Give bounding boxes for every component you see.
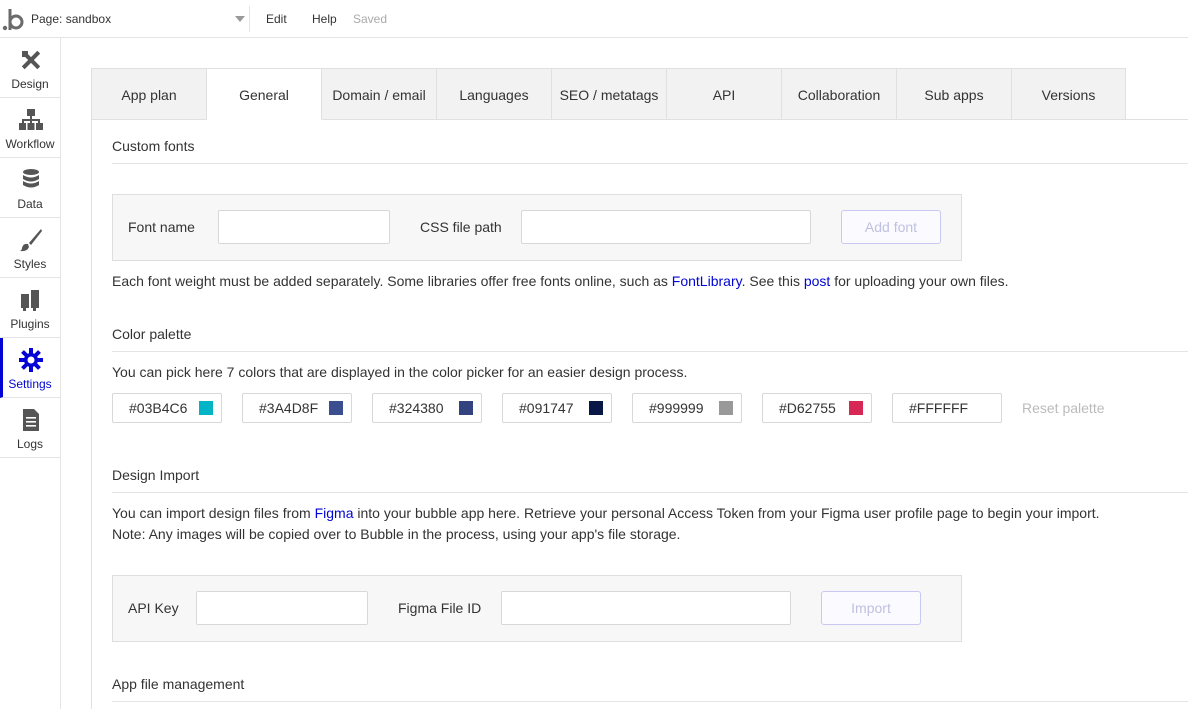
brush-icon (19, 228, 43, 252)
tab-collaboration[interactable]: Collaboration (782, 68, 897, 120)
document-icon (19, 408, 43, 432)
page-selector-dropdown[interactable]: Page: sandbox (26, 6, 250, 32)
content-border (91, 119, 92, 709)
tab-languages[interactable]: Languages (437, 68, 552, 120)
add-font-button[interactable]: Add font (841, 210, 941, 244)
custom-fonts-title: Custom fonts (112, 138, 195, 154)
sidebar-item-workflow[interactable]: Workflow (0, 98, 60, 158)
app-file-management-title: App file management (112, 676, 245, 692)
gear-icon (19, 348, 43, 372)
database-icon (19, 168, 43, 192)
section-divider (112, 701, 1188, 702)
page-selector-label: Page: sandbox (31, 12, 112, 26)
plug-icon (19, 288, 43, 312)
chevron-down-icon (235, 16, 245, 22)
color-swatch[interactable] (589, 401, 603, 415)
sidebar-item-label: Settings (8, 377, 52, 391)
color-input-4[interactable]: #091747 (502, 393, 612, 423)
save-status: Saved (353, 12, 388, 26)
sidebar-item-plugins[interactable]: Plugins (0, 278, 60, 338)
help-text: for uploading your own files. (830, 273, 1009, 289)
color-swatch[interactable] (199, 401, 213, 415)
bubble-logo[interactable] (2, 6, 24, 32)
sidebar-item-logs[interactable]: Logs (0, 398, 60, 458)
sidebar-item-design[interactable]: Design (0, 38, 60, 98)
api-key-label: API Key (128, 600, 179, 616)
color-swatch[interactable] (719, 401, 733, 415)
color-input-2[interactable]: #3A4D8F (242, 393, 352, 423)
custom-fonts-help: Each font weight must be added separatel… (112, 271, 1009, 292)
help-text: Each font weight must be added separatel… (112, 273, 672, 289)
custom-fonts-panel: Font name CSS file path Add font (112, 194, 962, 261)
color-input-1[interactable]: #03B4C6 (112, 393, 222, 423)
sidebar-item-label: Styles (13, 257, 47, 271)
fontlibrary-link[interactable]: FontLibrary (672, 273, 742, 289)
color-palette-title: Color palette (112, 326, 192, 342)
color-hex: #999999 (649, 400, 704, 416)
api-key-input[interactable] (196, 591, 368, 625)
help-text: You can import design files from (112, 505, 315, 521)
reset-palette-link[interactable]: Reset palette (1022, 393, 1105, 423)
sidebar-item-label: Logs (16, 437, 44, 451)
font-name-input[interactable] (218, 210, 390, 244)
help-text: into your bubble app here. Retrieve your… (353, 505, 1100, 521)
color-hex: #D62755 (779, 400, 836, 416)
sidebar-item-label: Plugins (10, 317, 50, 331)
color-input-3[interactable]: #324380 (372, 393, 482, 423)
color-hex: #091747 (519, 400, 574, 416)
sidebar-item-label: Design (11, 77, 49, 91)
tab-api[interactable]: API (667, 68, 782, 120)
color-palette-description: You can pick here 7 colors that are disp… (112, 364, 688, 380)
left-sidebar: Design Workflow Data Styles Plugins Sett… (0, 38, 61, 709)
tab-app-plan[interactable]: App plan (91, 68, 207, 120)
color-input-7[interactable]: #FFFFFF (892, 393, 1002, 423)
css-file-path-input[interactable] (521, 210, 811, 244)
sidebar-item-data[interactable]: Data (0, 158, 60, 218)
help-menu[interactable]: Help (312, 0, 337, 38)
section-divider (112, 492, 1188, 493)
design-import-note: Note: Any images will be copied over to … (112, 526, 681, 542)
post-link[interactable]: post (804, 273, 830, 289)
font-name-label: Font name (128, 219, 195, 235)
figma-link[interactable]: Figma (315, 505, 354, 521)
top-bar: Page: sandbox Edit Help Saved (0, 0, 1188, 38)
sidebar-item-settings[interactable]: Settings (0, 338, 60, 398)
sidebar-item-label: Workflow (5, 137, 55, 151)
color-hex: #3A4D8F (259, 400, 319, 416)
tab-general[interactable]: General (207, 68, 322, 120)
design-import-description: You can import design files from Figma i… (112, 503, 1100, 524)
help-text: . See this (741, 273, 804, 289)
sidebar-item-styles[interactable]: Styles (0, 218, 60, 278)
color-input-5[interactable]: #999999 (632, 393, 742, 423)
edit-menu[interactable]: Edit (266, 0, 287, 38)
tab-domain-email[interactable]: Domain / email (322, 68, 437, 120)
design-import-title: Design Import (112, 467, 200, 483)
import-button[interactable]: Import (821, 591, 921, 625)
color-swatch[interactable] (329, 401, 343, 415)
sidebar-item-label: Data (17, 197, 43, 211)
section-divider (112, 351, 1188, 352)
css-file-path-label: CSS file path (420, 219, 502, 235)
color-swatch[interactable] (979, 401, 993, 415)
tab-versions[interactable]: Versions (1012, 68, 1126, 120)
tab-seo-metatags[interactable]: SEO / metatags (552, 68, 667, 120)
design-icon (19, 48, 43, 72)
color-swatch[interactable] (459, 401, 473, 415)
color-input-6[interactable]: #D62755 (762, 393, 872, 423)
color-hex: #03B4C6 (129, 400, 188, 416)
color-hex: #324380 (389, 400, 444, 416)
figma-file-id-label: Figma File ID (398, 600, 482, 616)
figma-file-id-input[interactable] (501, 591, 791, 625)
section-divider (112, 163, 1188, 164)
tab-sub-apps[interactable]: Sub apps (897, 68, 1012, 120)
color-hex: #FFFFFF (909, 400, 969, 416)
design-import-panel: API Key Figma File ID Import (112, 575, 962, 642)
workflow-icon (19, 108, 43, 132)
color-swatch[interactable] (849, 401, 863, 415)
